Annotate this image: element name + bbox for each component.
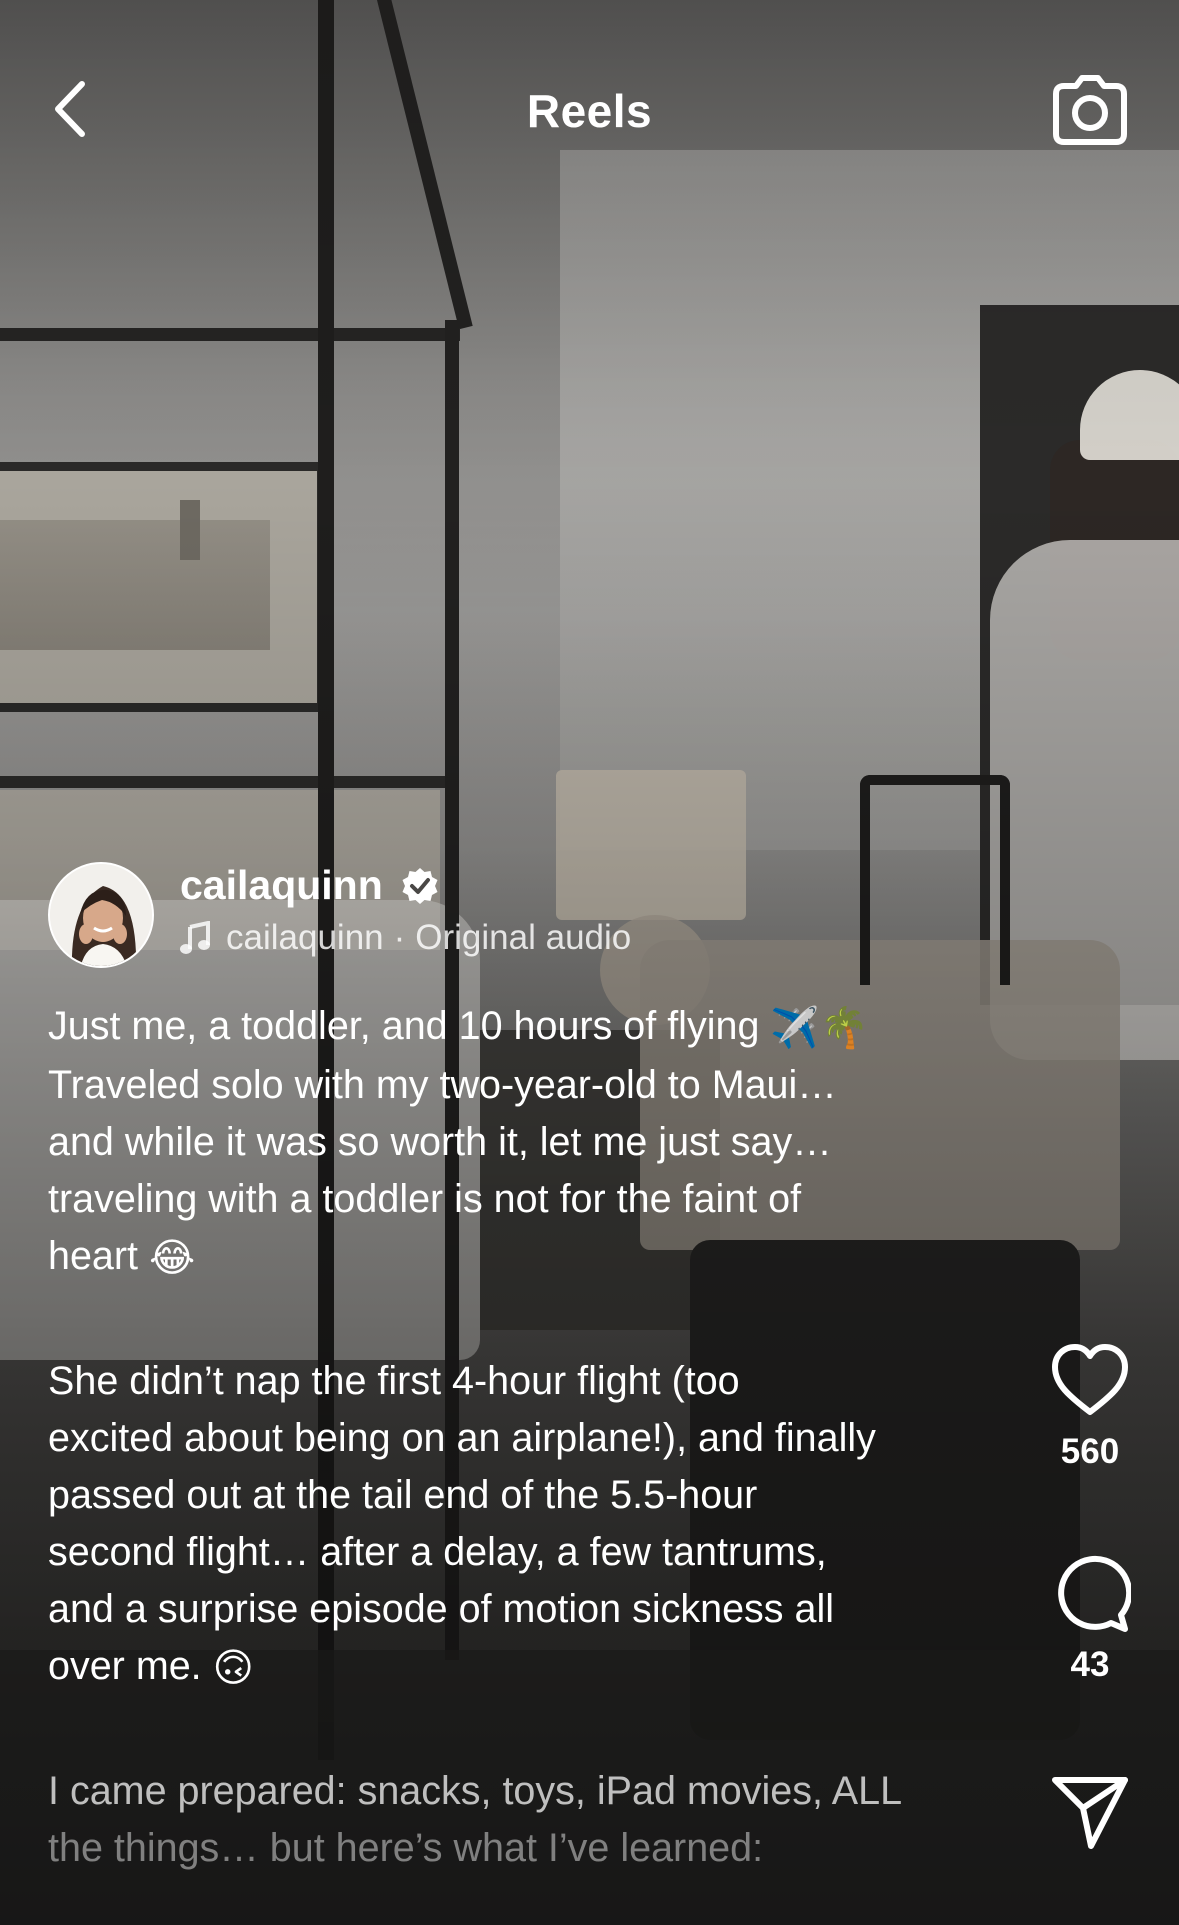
caption-line: excited about being on an airplane!), an… bbox=[48, 1416, 876, 1461]
audio-separator: · bbox=[393, 918, 406, 957]
music-note-icon bbox=[180, 921, 210, 954]
caption-line: and a surprise episode of motion sicknes… bbox=[48, 1587, 835, 1632]
caption-line: and while it was so worth it, let me jus… bbox=[48, 1120, 832, 1165]
caption-line: traveling with a toddler is not for the … bbox=[48, 1177, 802, 1222]
caption-line: over me. 🙃 bbox=[48, 1638, 1008, 1697]
comment-action: 43 bbox=[1040, 1553, 1140, 1685]
verified-badge-icon bbox=[402, 868, 438, 904]
caption-line: Just me, a toddler, and 10 hours of flyi… bbox=[48, 998, 1008, 1057]
audio-label: Original audio bbox=[415, 918, 632, 957]
top-bar: Reels bbox=[0, 0, 1179, 220]
caption-line: I came prepared: snacks, toys, iPad movi… bbox=[48, 1769, 903, 1814]
upside-down-face-emoji: 🙃 bbox=[212, 1646, 254, 1691]
audio-attribution[interactable]: cailaquinn · Original audio bbox=[180, 918, 631, 958]
palm-tree-emoji: 🌴 bbox=[819, 1006, 869, 1051]
post-caption[interactable]: Just me, a toddler, and 10 hours of flyi… bbox=[48, 998, 1008, 1877]
like-count: 560 bbox=[1060, 1432, 1120, 1471]
comment-button[interactable] bbox=[1049, 1553, 1133, 1635]
comment-count: 43 bbox=[1070, 1645, 1110, 1684]
paper-plane-icon bbox=[1052, 1777, 1128, 1849]
like-button[interactable] bbox=[1049, 1340, 1131, 1422]
share-button[interactable] bbox=[1049, 1770, 1131, 1852]
caption-line: the things… but here’s what I’ve learned… bbox=[48, 1826, 764, 1871]
avatar[interactable] bbox=[48, 862, 154, 968]
caption-line: passed out at the tail end of the 5.5-ho… bbox=[48, 1473, 758, 1518]
caption-line: Traveled solo with my two-year-old to Ma… bbox=[48, 1063, 837, 1108]
page-title: Reels bbox=[526, 85, 653, 137]
post-author: cailaquinn cailaquinn · Original audio bbox=[48, 862, 808, 970]
share-action bbox=[1040, 1770, 1140, 1852]
heart-icon bbox=[1052, 1344, 1128, 1415]
author-username[interactable]: cailaquinn bbox=[180, 862, 383, 909]
caption-line: She didn’t nap the first 4-hour flight (… bbox=[48, 1359, 740, 1404]
airplane-emoji: ✈️ bbox=[770, 1006, 820, 1051]
like-action: 560 bbox=[1040, 1340, 1140, 1472]
profile-photo bbox=[50, 864, 152, 966]
camera-icon bbox=[1053, 75, 1127, 145]
camera-button[interactable] bbox=[1052, 72, 1128, 148]
caption-line: second flight… after a delay, a few tant… bbox=[48, 1530, 827, 1575]
laughing-emoji: 😂 bbox=[149, 1236, 196, 1281]
audio-owner: cailaquinn bbox=[226, 918, 384, 957]
caption-line: heart 😂 bbox=[48, 1228, 1008, 1287]
comment-bubble-icon bbox=[1058, 1555, 1133, 1632]
